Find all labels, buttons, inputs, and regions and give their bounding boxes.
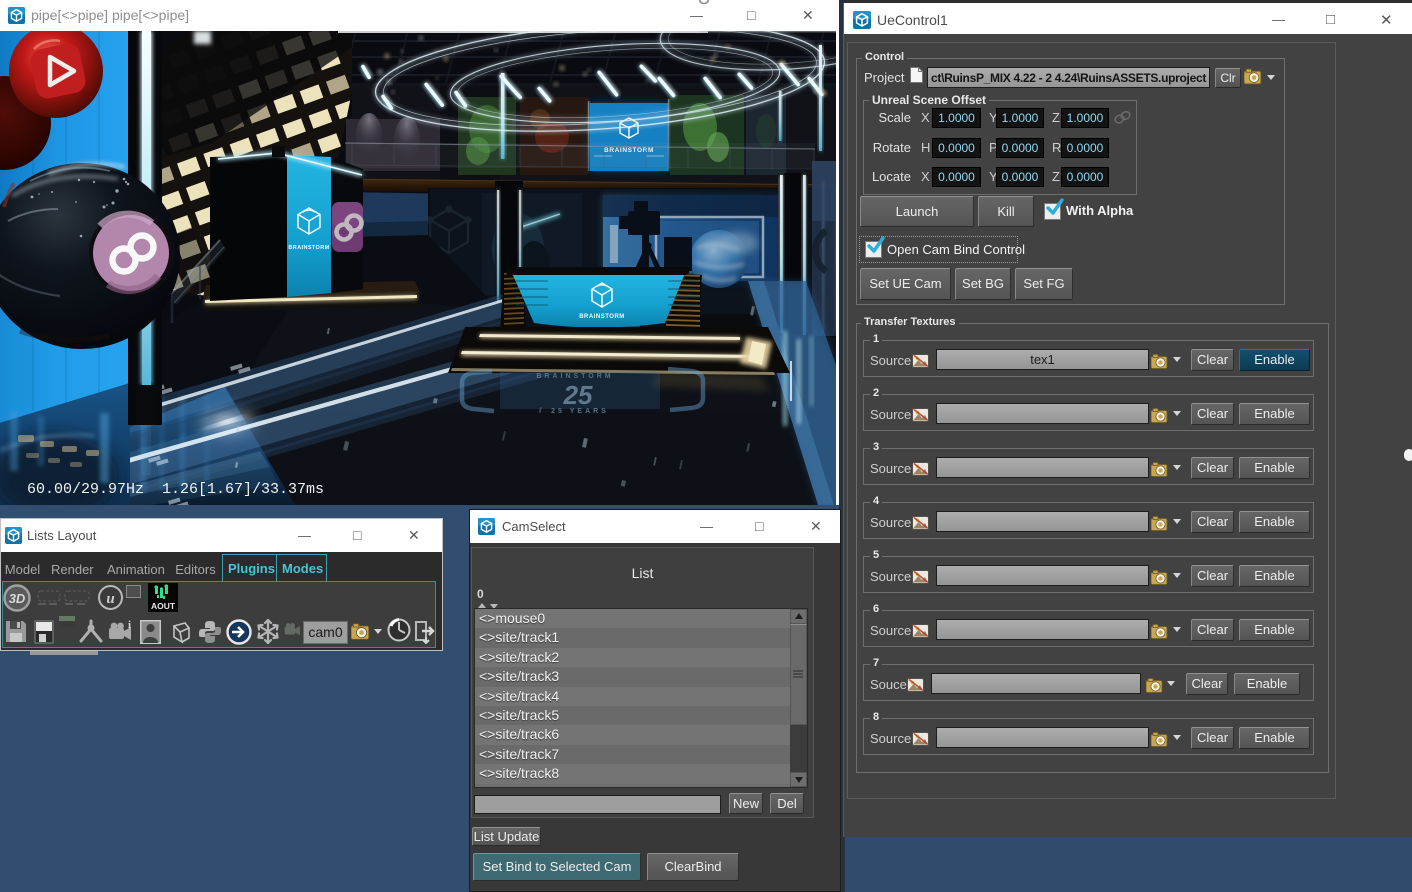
svg-text:25 YEARS: 25 YEARS [551,408,609,415]
svg-text:i: i [128,620,131,631]
svg-text:u: u [106,591,114,607]
svg-text:AOUT: AOUT [151,601,176,611]
svg-text:25: 25 [563,380,593,410]
svg-text:3D: 3D [9,591,26,606]
svg-text:BRAINSTORM: BRAINSTORM [579,314,625,320]
svg-text:BRAINSTORM: BRAINSTORM [288,245,329,251]
svg-text:BRAINSTORM: BRAINSTORM [536,373,613,380]
